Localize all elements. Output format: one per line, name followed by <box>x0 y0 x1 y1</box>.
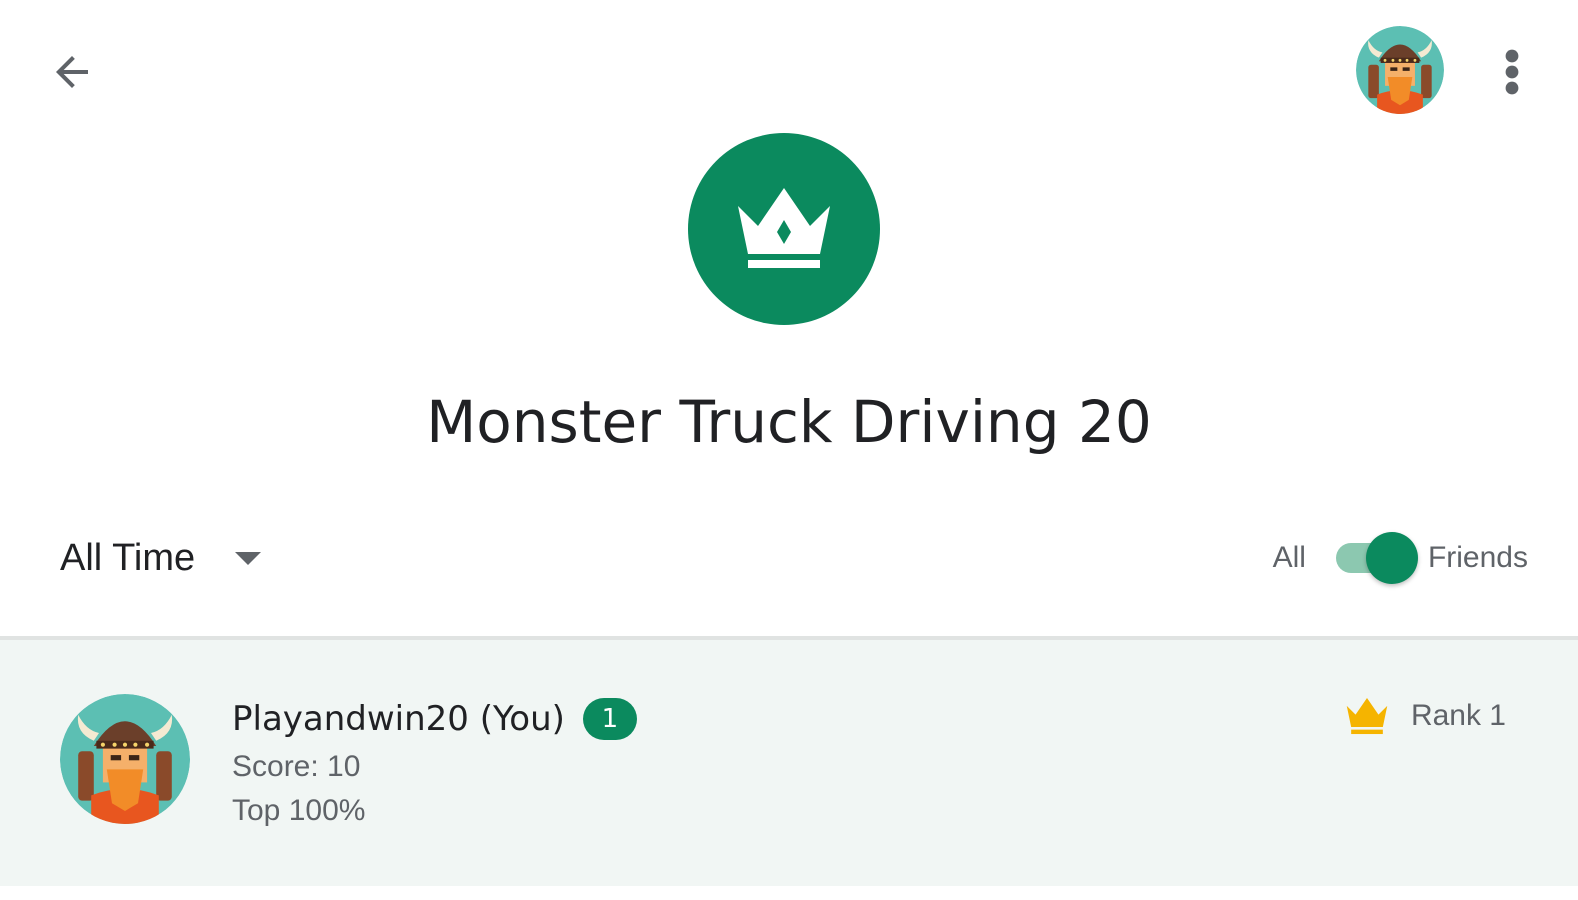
profile-avatar[interactable] <box>1356 26 1444 114</box>
more-vert-icon <box>1505 49 1519 95</box>
arrow-back-icon <box>56 56 88 88</box>
scope-friends-label: Friends <box>1427 541 1528 574</box>
player-name-line: Playandwin20 (You) 1 <box>232 698 637 740</box>
friends-toggle[interactable] <box>1334 528 1418 588</box>
player-score: Score: 10 <box>232 750 361 783</box>
viking-avatar-icon <box>1356 26 1444 114</box>
dropdown-arrow-icon <box>235 551 262 565</box>
crown-icon <box>738 188 830 268</box>
leaderboard-screen: Monster Truck Driving 20 All Time All Fr… <box>0 0 1578 900</box>
scope-all-label: All <box>1272 541 1306 574</box>
player-avatar <box>60 694 190 824</box>
back-button[interactable] <box>40 40 104 104</box>
toggle-thumb <box>1365 532 1418 584</box>
more-options-button[interactable] <box>1486 40 1538 104</box>
rank-indicator: Rank 1 <box>1345 696 1506 736</box>
player-name: Playandwin20 (You) <box>232 699 565 739</box>
time-range-label: All Time <box>60 536 196 579</box>
time-range-dropdown[interactable]: All Time <box>60 528 262 588</box>
crown-icon <box>1346 697 1388 735</box>
leaderboard-title: Monster Truck Driving 20 <box>426 388 1152 456</box>
leaderboard-badge <box>688 133 880 325</box>
rank-label: Rank 1 <box>1410 699 1506 732</box>
scope-toggle-group: All Friends <box>1273 528 1528 588</box>
level-badge: 1 <box>582 698 637 740</box>
viking-avatar-icon <box>60 694 190 824</box>
player-row[interactable]: Playandwin20 (You) 1 Score: 10 Top 100% … <box>0 640 1578 886</box>
player-top-percent: Top 100% <box>232 794 366 827</box>
